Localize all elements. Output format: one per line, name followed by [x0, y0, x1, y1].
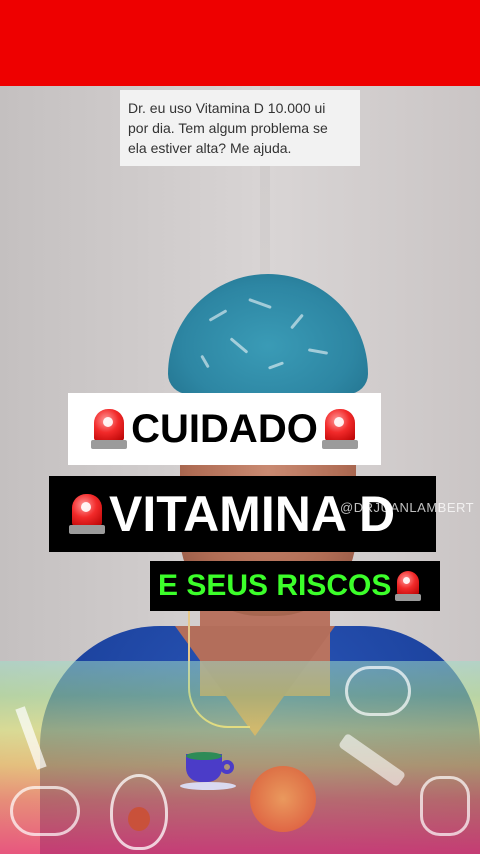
question-line-3: ela estiver alta? Me ajuda. — [128, 140, 292, 156]
police-siren-icon — [321, 409, 358, 449]
decorative-doodle — [420, 776, 470, 836]
decorative-doodle — [10, 786, 80, 836]
brain-icon — [250, 766, 316, 832]
avocado-icon — [110, 774, 168, 850]
tea-cup-icon — [180, 746, 240, 792]
banner-cuidado-text: CUIDADO — [131, 406, 318, 451]
decorative-doodle — [345, 666, 411, 716]
top-red-bar — [0, 0, 480, 86]
creator-watermark: @DRJUANLAMBERT — [340, 500, 475, 515]
question-card: Dr. eu uso Vitamina D 10.000 ui por dia.… — [120, 90, 360, 166]
police-siren-icon — [91, 409, 128, 449]
video-frame[interactable]: Dr. eu uso Vitamina D 10.000 ui por dia.… — [0, 86, 480, 854]
police-siren-icon — [395, 571, 422, 601]
question-line-2: por dia. Tem algum problema se — [128, 120, 328, 136]
police-siren-icon — [69, 494, 105, 534]
banner-riscos: E SEUS RISCOS — [150, 561, 440, 611]
banner-cuidado: CUIDADO — [68, 393, 381, 465]
question-line-1: Dr. eu uso Vitamina D 10.000 ui — [128, 100, 326, 116]
banner-riscos-text: E SEUS RISCOS — [158, 569, 392, 602]
